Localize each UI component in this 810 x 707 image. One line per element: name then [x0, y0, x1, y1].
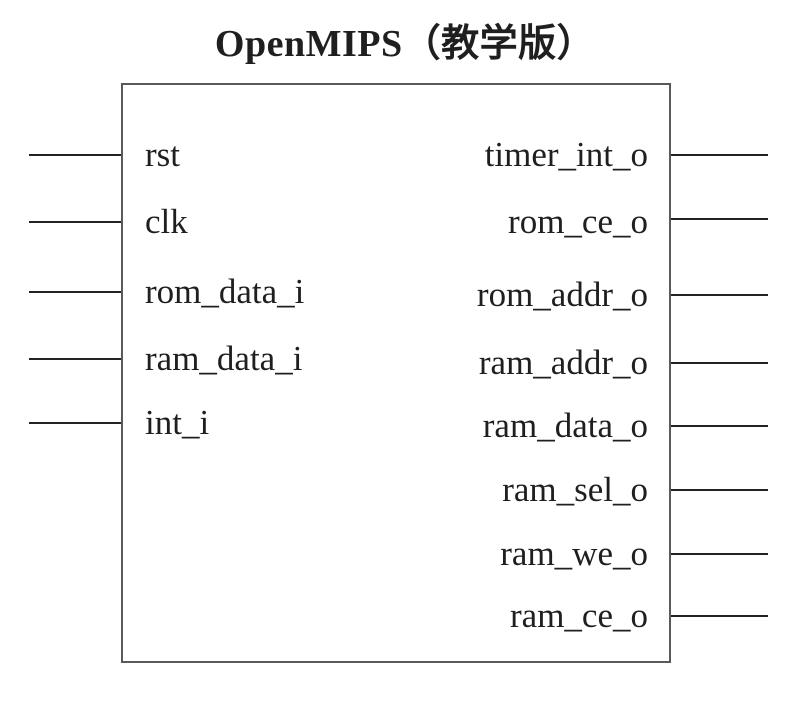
input-label-rom-data-i: rom_data_i — [145, 272, 305, 311]
input-wire-clk — [29, 221, 121, 223]
output-wire-timer-int-o — [671, 154, 768, 156]
input-label-clk: clk — [145, 202, 188, 241]
input-wire-rst — [29, 154, 121, 156]
output-label-rom-addr-o: rom_addr_o — [476, 275, 648, 314]
output-wire-ram-addr-o — [671, 362, 768, 364]
output-wire-rom-ce-o — [671, 218, 768, 220]
output-label-rom-ce-o: rom_ce_o — [508, 202, 648, 241]
output-wire-ram-sel-o — [671, 489, 768, 491]
output-wire-ram-we-o — [671, 553, 768, 555]
output-label-ram-we-o: ram_we_o — [500, 534, 648, 573]
output-label-ram-ce-o: ram_ce_o — [510, 596, 648, 635]
input-label-ram-data-i: ram_data_i — [145, 339, 303, 378]
diagram-title: OpenMIPS（教学版） — [214, 23, 596, 65]
output-label-ram-addr-o: ram_addr_o — [478, 343, 648, 382]
output-label-ram-sel-o: ram_sel_o — [502, 470, 648, 509]
input-label-rst: rst — [145, 135, 180, 174]
output-wire-ram-ce-o — [671, 615, 768, 617]
output-wire-ram-data-o — [671, 425, 768, 427]
output-wire-rom-addr-o — [671, 294, 768, 296]
input-wire-rom-data-i — [29, 291, 121, 293]
input-label-int-i: int_i — [145, 403, 210, 442]
output-label-timer-int-o: timer_int_o — [484, 135, 648, 174]
input-wire-ram-data-i — [29, 358, 121, 360]
input-wire-int-i — [29, 422, 121, 424]
output-label-ram-data-o: ram_data_o — [482, 406, 648, 445]
